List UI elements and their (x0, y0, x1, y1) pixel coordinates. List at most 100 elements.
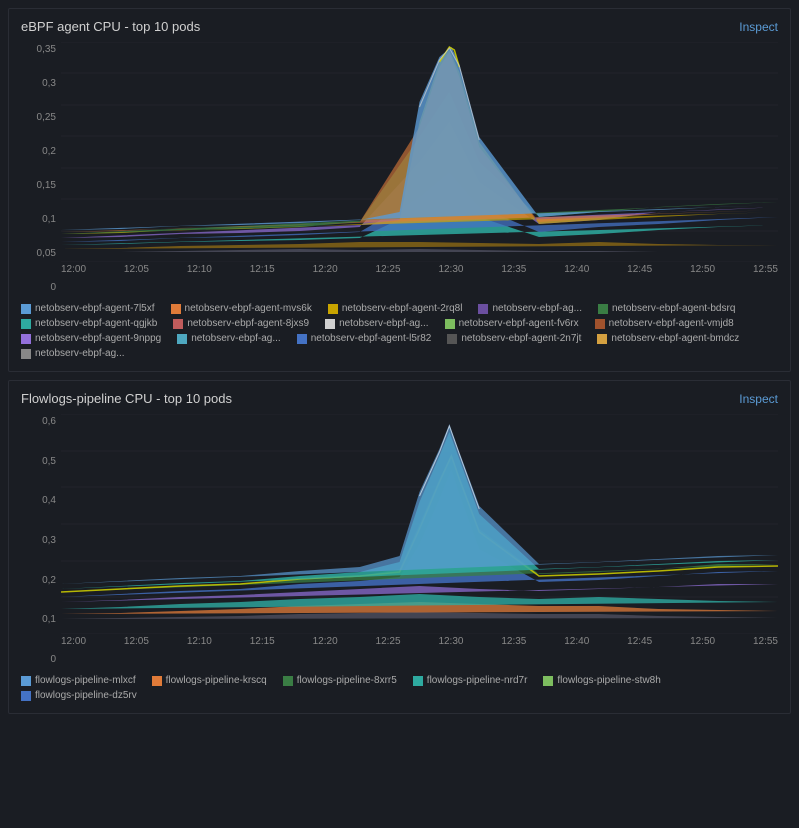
legend-color (21, 334, 31, 344)
panel1-y-axis: 0,350,30,250,20,150,10,050 (21, 42, 56, 295)
legend-color (21, 349, 31, 359)
x-label: 12:45 (627, 264, 652, 275)
legend-color (21, 319, 31, 329)
x-label: 12:30 (438, 636, 463, 647)
legend-item: netobserv-ebpf-agent-qgjkb (21, 318, 157, 329)
panel2-inspect-link[interactable]: Inspect (739, 392, 778, 406)
legend-color (445, 319, 455, 329)
x-label: 12:05 (124, 636, 149, 647)
legend-label: netobserv-ebpf-agent-7l5xf (35, 303, 155, 314)
x-label: 12:25 (376, 636, 401, 647)
legend-color (328, 304, 338, 314)
legend-item: flowlogs-pipeline-krscq (152, 675, 267, 686)
legend-item: netobserv-ebpf-agent-fv6rx (445, 318, 579, 329)
legend-color (283, 676, 293, 686)
panel1-header: eBPF agent CPU - top 10 pods Inspect (21, 19, 778, 34)
x-label: 12:10 (187, 264, 212, 275)
legend-label: netobserv-ebpf-agent-fv6rx (459, 318, 579, 329)
y-label: 0,4 (21, 495, 56, 506)
x-label: 12:15 (250, 636, 275, 647)
panel-ebpf-cpu: eBPF agent CPU - top 10 pods Inspect 0,3… (8, 8, 791, 372)
legend-label: netobserv-ebpf-agent-8jxs9 (187, 318, 309, 329)
y-label: 0,25 (21, 112, 56, 123)
legend-item: netobserv-ebpf-agent-9nppg (21, 333, 161, 344)
y-label: 0,3 (21, 535, 56, 546)
legend-item: flowlogs-pipeline-dz5rv (21, 690, 137, 701)
panel1-inspect-link[interactable]: Inspect (739, 20, 778, 34)
legend-label: netobserv-ebpf-ag... (492, 303, 582, 314)
legend-label: flowlogs-pipeline-krscq (166, 675, 267, 686)
y-label: 0,1 (21, 214, 56, 225)
x-label: 12:20 (313, 636, 338, 647)
y-label: 0,35 (21, 44, 56, 55)
legend-label: netobserv-ebpf-agent-bmdcz (611, 333, 739, 344)
y-label: 0,5 (21, 456, 56, 467)
legend-item: netobserv-ebpf-agent-bdsrq (598, 303, 735, 314)
legend-label: flowlogs-pipeline-nrd7r (427, 675, 528, 686)
legend-item: flowlogs-pipeline-mlxcf (21, 675, 136, 686)
legend-color (152, 676, 162, 686)
panel-flowlogs-cpu: Flowlogs-pipeline CPU - top 10 pods Insp… (8, 380, 791, 714)
legend-item: netobserv-ebpf-agent-8jxs9 (173, 318, 309, 329)
legend-label: flowlogs-pipeline-8xrr5 (297, 675, 397, 686)
legend-label: flowlogs-pipeline-dz5rv (35, 690, 137, 701)
legend-color (21, 691, 31, 701)
x-label: 12:45 (627, 636, 652, 647)
y-label: 0 (21, 282, 56, 293)
legend-color (597, 334, 607, 344)
y-label: 0,2 (21, 146, 56, 157)
legend-item: netobserv-ebpf-agent-mvs6k (171, 303, 312, 314)
x-label: 12:50 (690, 636, 715, 647)
legend-color (595, 319, 605, 329)
legend-label: netobserv-ebpf-agent-2n7jt (461, 333, 581, 344)
legend-item: netobserv-ebpf-ag... (177, 333, 281, 344)
legend-label: netobserv-ebpf-agent-bdsrq (612, 303, 735, 314)
x-label: 12:40 (564, 264, 589, 275)
legend-color (325, 319, 335, 329)
legend-color (478, 304, 488, 314)
x-label: 12:40 (564, 636, 589, 647)
legend-color (543, 676, 553, 686)
x-label: 12:00 (61, 264, 86, 275)
y-label: 0,15 (21, 180, 56, 191)
legend-label: netobserv-ebpf-ag... (35, 348, 125, 359)
x-label: 12:25 (376, 264, 401, 275)
legend-label: netobserv-ebpf-agent-2rq8l (342, 303, 463, 314)
legend-item: netobserv-ebpf-ag... (21, 348, 125, 359)
legend-color (171, 304, 181, 314)
panel2-y-axis: 0,60,50,40,30,20,10 (21, 414, 56, 667)
legend-item: flowlogs-pipeline-nrd7r (413, 675, 528, 686)
legend-color (21, 676, 31, 686)
panel2-title: Flowlogs-pipeline CPU - top 10 pods (21, 391, 232, 406)
legend-item: netobserv-ebpf-agent-l5r82 (297, 333, 432, 344)
legend-item: flowlogs-pipeline-8xrr5 (283, 675, 397, 686)
x-label: 12:50 (690, 264, 715, 275)
x-label: 12:00 (61, 636, 86, 647)
legend-color (413, 676, 423, 686)
panel2-chart-wrapper: 0,60,50,40,30,20,10 (21, 414, 778, 667)
legend-color (173, 319, 183, 329)
x-label: 12:20 (313, 264, 338, 275)
legend-item: flowlogs-pipeline-stw8h (543, 675, 660, 686)
legend-label: netobserv-ebpf-agent-vmjd8 (609, 318, 734, 329)
y-label: 0,1 (21, 614, 56, 625)
legend-label: flowlogs-pipeline-stw8h (557, 675, 660, 686)
panel1-chart (61, 42, 778, 262)
legend-color (21, 304, 31, 314)
y-label: 0 (21, 654, 56, 665)
x-label: 12:55 (753, 264, 778, 275)
panel2-legend: flowlogs-pipeline-mlxcf flowlogs-pipeline… (21, 675, 778, 701)
panel2-header: Flowlogs-pipeline CPU - top 10 pods Insp… (21, 391, 778, 406)
x-label: 12:55 (753, 636, 778, 647)
legend-label: netobserv-ebpf-agent-mvs6k (185, 303, 312, 314)
legend-item: netobserv-ebpf-agent-2n7jt (447, 333, 581, 344)
x-label: 12:35 (501, 636, 526, 647)
legend-item: netobserv-ebpf-agent-7l5xf (21, 303, 155, 314)
x-label: 12:05 (124, 264, 149, 275)
legend-label: netobserv-ebpf-agent-qgjkb (35, 318, 157, 329)
y-label: 0,05 (21, 248, 56, 259)
y-label: 0,2 (21, 575, 56, 586)
x-label: 12:35 (501, 264, 526, 275)
legend-item: netobserv-ebpf-agent-bmdcz (597, 333, 739, 344)
legend-item: netobserv-ebpf-ag... (478, 303, 582, 314)
